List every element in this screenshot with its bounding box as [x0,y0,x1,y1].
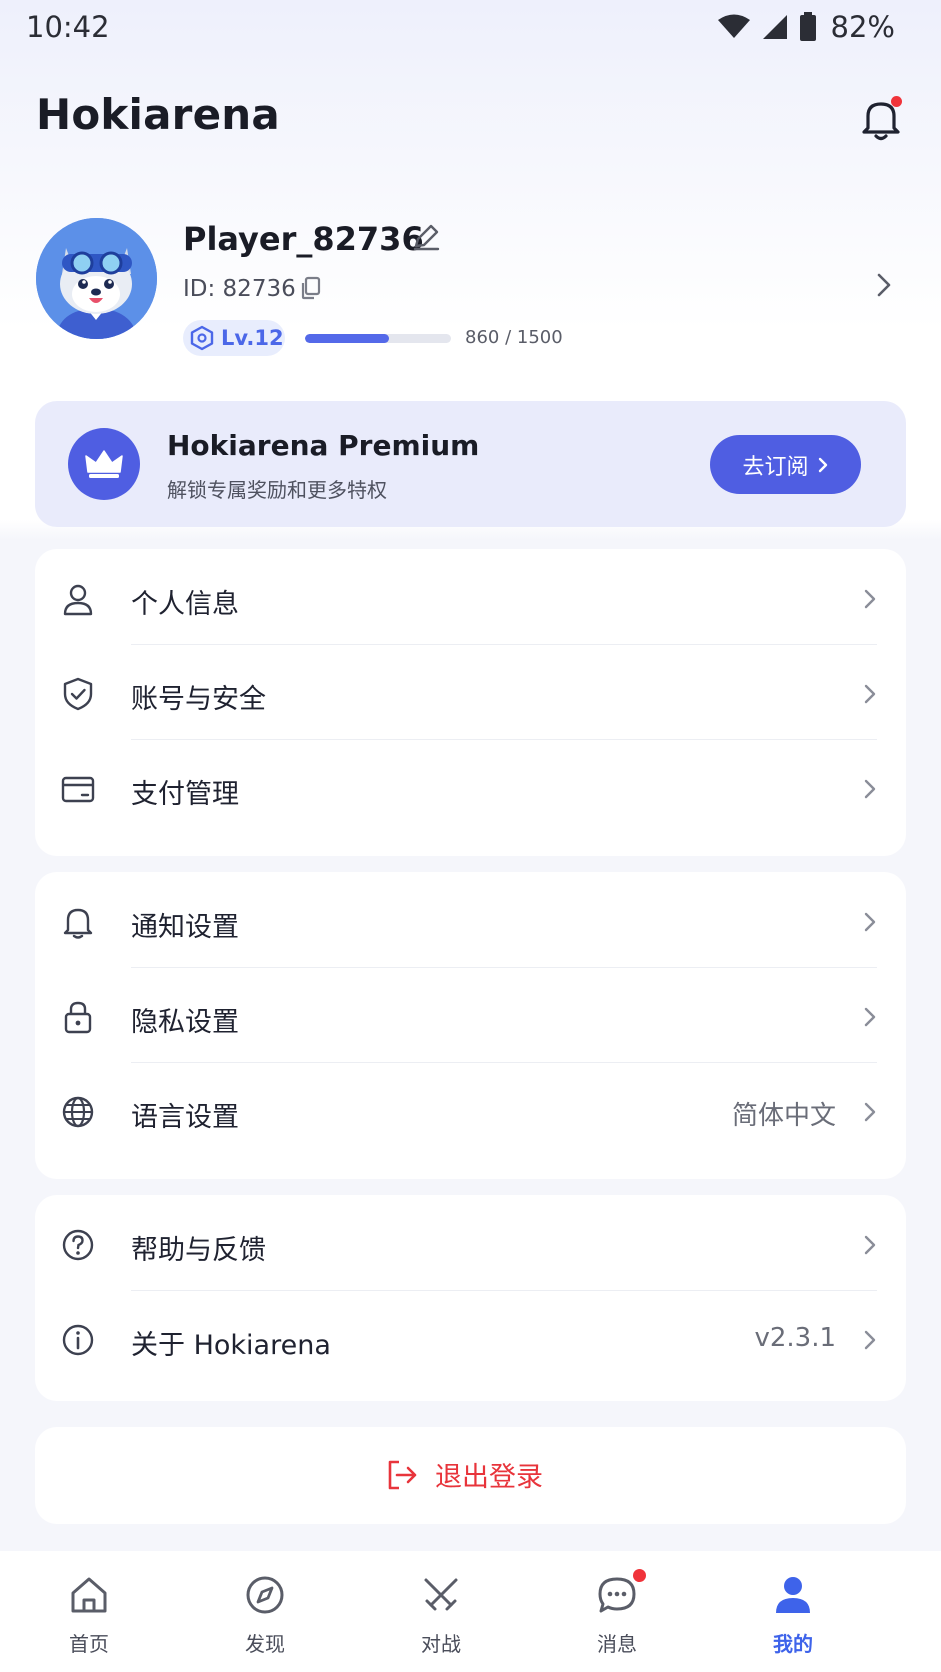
nav-label: 消息 [597,1632,637,1656]
profile-detail-button[interactable] [872,270,896,300]
notification-dot [891,96,902,107]
app-title: Hokiarena [36,90,280,139]
wifi-icon [717,14,750,38]
nav-profile[interactable]: 我的 [733,1573,853,1663]
chevron-right-icon [877,273,891,297]
nav-label: 我的 [773,1632,813,1656]
menu-item-label: 账号与安全 [131,684,266,715]
logout-content: 退出登录 [385,1455,543,1494]
player-id: ID: 82736 [183,276,296,302]
profile-screen: 10:42 82% Hokiarena Player_82736 ID: 827… [0,0,941,1672]
chevron-right-icon [864,1007,876,1027]
subscribe-label: 去订阅 [742,454,809,480]
logout-icon [388,1460,417,1489]
xp-text: 860 / 1500 [465,327,563,348]
menu-item-label: 隐私设置 [131,1007,239,1038]
crown-icon [85,450,123,478]
level-badge: Lv.12 [183,320,285,356]
menu-group-about: 帮助与反馈关于 Hokiarena v2.3.1 [35,1195,906,1401]
chevron-right-icon [864,1330,876,1350]
chevron-right-icon [864,912,876,932]
chevron-right-icon [864,779,876,799]
signal-icon [762,15,787,39]
husky-mascot-icon [36,218,157,339]
logout-label: 退出登录 [435,1462,543,1493]
subscribe-button[interactable]: 去订阅 [710,435,861,494]
nav-chat[interactable]: 消息 [557,1569,677,1663]
pencil-icon [413,224,440,251]
battery-icon [799,12,816,41]
swords-icon [424,1578,458,1611]
menu-item-label: 语言设置 [131,1102,239,1133]
level-text: Lv.12 [221,326,284,350]
home-icon [71,1577,107,1613]
chevron-right-icon [864,589,876,609]
copy-id-button[interactable] [298,275,324,301]
menu-item-1-0[interactable]: 通知设置 [35,872,906,973]
player-name: Player_82736 [183,220,424,258]
menu-item-label: 关于 Hokiarena [131,1330,331,1361]
nav-label: 对战 [421,1632,461,1656]
nav-swords[interactable]: 对战 [381,1573,501,1663]
status-bar: 10:42 82% [0,0,941,56]
compass-icon [246,1576,284,1614]
info-icon [62,1324,94,1356]
xp-progress-fill [305,334,389,343]
menu-item-value: v2.3.1 [754,1323,836,1353]
bottom-navigation: 首页 发现 对战 消息 我的 [0,1551,941,1672]
profile-icon [776,1577,810,1613]
chevron-right-icon [864,1102,876,1122]
menu-item-2-0[interactable]: 帮助与反馈 [35,1195,906,1296]
chevron-right-icon [818,457,827,472]
edit-name-button[interactable] [411,222,441,252]
menu-item-label: 通知设置 [131,912,239,943]
shield-icon [63,677,93,711]
premium-card[interactable]: Hokiarena Premium 解锁专属奖励和更多特权 去订阅 [35,401,906,527]
avatar[interactable] [36,218,157,339]
menu-item-0-2[interactable]: 支付管理 [35,739,906,840]
notification-dot [633,1569,646,1582]
chevron-right-icon [864,1235,876,1255]
notifications-button[interactable] [858,94,908,144]
chat-icon [598,1577,636,1613]
copy-icon [301,276,321,300]
menu-item-1-1[interactable]: 隐私设置 [35,967,906,1068]
nav-label: 发现 [245,1632,285,1656]
nav-home[interactable]: 首页 [29,1573,149,1663]
menu-item-label: 帮助与反馈 [131,1235,266,1266]
menu-group-settings: 通知设置隐私设置语言设置 简体中文 [35,872,906,1179]
xp-progress-bar [305,334,451,343]
menu-item-value: 简体中文 [731,1101,836,1131]
status-icons: 82% [717,10,895,44]
battery-percentage: 82% [830,10,895,44]
premium-title: Hokiarena Premium [167,429,480,462]
user-icon [63,584,93,616]
menu-item-label: 支付管理 [131,779,239,810]
menu-group-account: 个人信息账号与安全支付管理 [35,549,906,856]
menu-item-label: 个人信息 [131,589,239,620]
bell-icon [63,908,93,939]
menu-item-0-0[interactable]: 个人信息 [35,549,906,650]
chevron-right-icon [864,684,876,704]
nav-compass[interactable]: 发现 [205,1573,325,1663]
menu-item-2-1[interactable]: 关于 Hokiarena v2.3.1 [35,1290,906,1391]
menu-item-0-1[interactable]: 账号与安全 [35,644,906,745]
help-icon [62,1229,94,1261]
card-icon [61,776,95,803]
crown-badge [68,428,140,500]
lock-icon [64,1001,92,1034]
globe-icon [62,1096,94,1128]
status-time: 10:42 [26,10,110,44]
nav-label: 首页 [69,1632,109,1656]
premium-subtitle: 解锁专属奖励和更多特权 [167,478,387,502]
hexagon-level-icon [190,325,214,351]
menu-item-1-2[interactable]: 语言设置 简体中文 [35,1062,906,1163]
logout-button[interactable]: 退出登录 [35,1427,906,1524]
